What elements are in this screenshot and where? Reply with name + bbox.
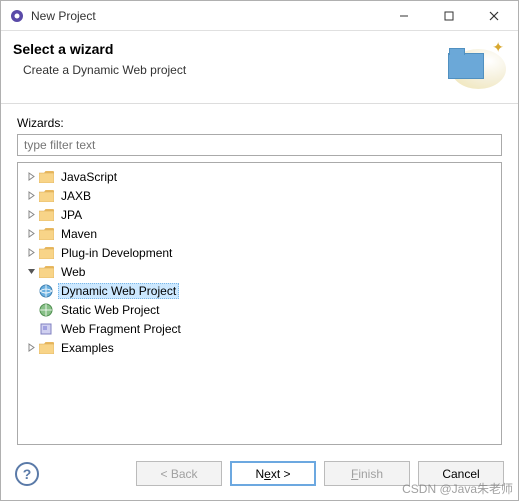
tree-item-label: JPA xyxy=(58,207,85,223)
globe-icon xyxy=(38,283,54,299)
tree-item-label: JAXB xyxy=(58,188,94,204)
back-button[interactable]: < Back xyxy=(136,461,222,486)
content-area: Wizards: JavaScript JAXB JPA Maven Plug-in D… xyxy=(1,104,518,451)
banner: Select a wizard Create a Dynamic Web pro… xyxy=(1,31,518,104)
dialog-window: New Project Select a wizard Create a Dyn… xyxy=(0,0,519,501)
back-button-label: < Back xyxy=(160,467,197,481)
chevron-right-icon[interactable] xyxy=(24,341,38,355)
tree-folder[interactable]: Plug-in Development xyxy=(20,243,499,262)
tree-item-label: Plug-in Development xyxy=(58,245,175,261)
tree-folder[interactable]: JPA xyxy=(20,205,499,224)
next-button-label: Next > xyxy=(255,467,290,481)
maximize-button[interactable] xyxy=(426,1,471,30)
folder-icon xyxy=(38,169,54,185)
tree-item-label: Web Fragment Project xyxy=(58,321,184,337)
titlebar: New Project xyxy=(1,1,518,31)
tree-item-label: Dynamic Web Project xyxy=(58,283,179,299)
chevron-down-icon[interactable] xyxy=(24,265,38,279)
banner-subtext: Create a Dynamic Web project xyxy=(23,63,446,77)
banner-image: ✦ xyxy=(446,41,506,91)
tree-folder[interactable]: JavaScript xyxy=(20,167,499,186)
wizards-label: Wizards: xyxy=(17,116,502,130)
tree-leaf[interactable]: Dynamic Web Project xyxy=(20,281,499,300)
cancel-button-label: Cancel xyxy=(442,467,479,481)
tree-item-label: Examples xyxy=(58,340,117,356)
finish-button-label: Finish xyxy=(351,467,383,481)
chevron-right-icon[interactable] xyxy=(24,246,38,260)
wizard-tree[interactable]: JavaScript JAXB JPA Maven Plug-in Developmen… xyxy=(17,162,502,445)
tree-item-label: JavaScript xyxy=(58,169,120,185)
tree-folder[interactable]: Maven xyxy=(20,224,499,243)
chevron-right-icon[interactable] xyxy=(24,189,38,203)
tree-folder[interactable]: Web xyxy=(20,262,499,281)
button-bar: ? < Back Next > Finish Cancel xyxy=(1,451,518,500)
next-button[interactable]: Next > xyxy=(230,461,316,486)
globe-static-icon xyxy=(38,302,54,318)
tree-leaf[interactable]: Web Fragment Project xyxy=(20,319,499,338)
help-button[interactable]: ? xyxy=(15,462,39,486)
minimize-button[interactable] xyxy=(381,1,426,30)
banner-heading: Select a wizard xyxy=(13,41,446,57)
banner-text: Select a wizard Create a Dynamic Web pro… xyxy=(13,41,446,77)
chevron-right-icon[interactable] xyxy=(24,227,38,241)
cancel-button[interactable]: Cancel xyxy=(418,461,504,486)
folder-icon xyxy=(38,340,54,356)
tree-item-label: Static Web Project xyxy=(58,302,162,318)
tree-folder[interactable]: Examples xyxy=(20,338,499,357)
folder-icon xyxy=(38,264,54,280)
chevron-right-icon[interactable] xyxy=(24,170,38,184)
finish-button[interactable]: Finish xyxy=(324,461,410,486)
app-icon xyxy=(9,8,25,24)
fragment-icon xyxy=(38,321,54,337)
folder-icon xyxy=(38,226,54,242)
folder-icon xyxy=(38,245,54,261)
window-title: New Project xyxy=(31,9,381,23)
close-button[interactable] xyxy=(471,1,516,30)
tree-leaf[interactable]: Static Web Project xyxy=(20,300,499,319)
chevron-right-icon[interactable] xyxy=(24,208,38,222)
folder-icon xyxy=(38,188,54,204)
wizards-label-text: Wizards: xyxy=(17,116,64,130)
filter-input[interactable] xyxy=(17,134,502,156)
window-controls xyxy=(381,1,516,30)
tree-item-label: Maven xyxy=(58,226,100,242)
folder-icon xyxy=(38,207,54,223)
tree-item-label: Web xyxy=(58,264,88,280)
tree-folder[interactable]: JAXB xyxy=(20,186,499,205)
